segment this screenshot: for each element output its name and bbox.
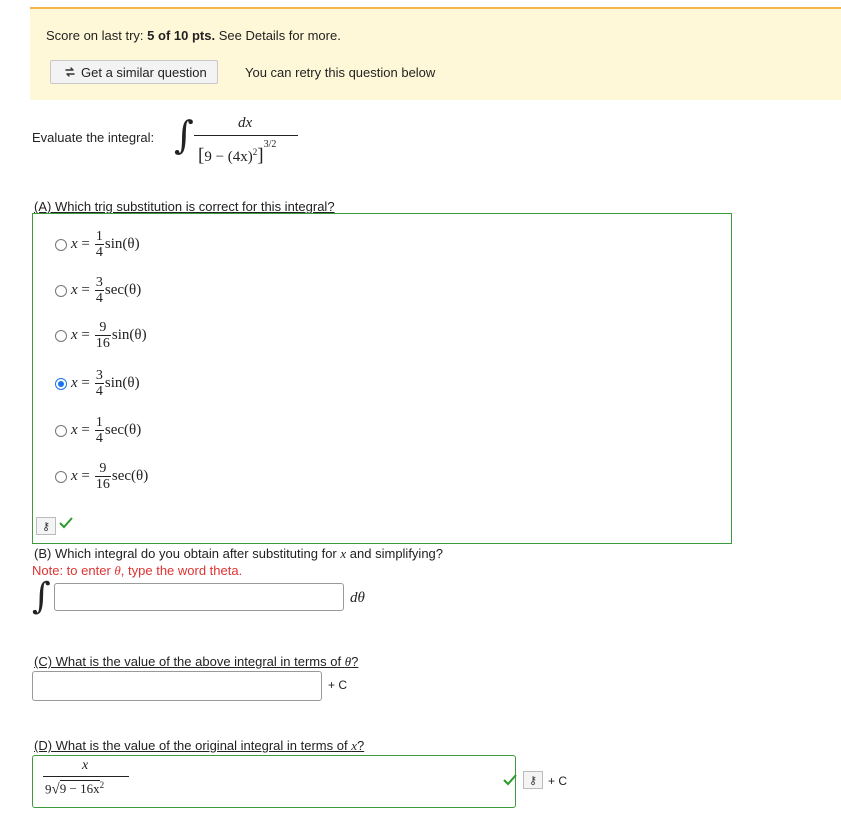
partA-option[interactable]: x = 1 4 sec(θ) <box>55 415 141 446</box>
partC-plus-c: + C <box>328 678 348 692</box>
option-denominator: 4 <box>94 430 104 446</box>
option-expression: x = 1 4 sin(θ) <box>71 229 140 260</box>
partB-note-suffix: , type the word theta. <box>120 563 243 578</box>
partC-question: (C) What is the value of the above integ… <box>34 654 358 670</box>
evaluate-label: Evaluate the integral: <box>32 130 155 145</box>
partD-radicand: 9 − 16x <box>59 780 100 797</box>
partB-question-var: x <box>340 546 347 561</box>
option-numerator: 1 <box>95 229 103 244</box>
radio-button[interactable] <box>55 284 67 297</box>
partD-question-prefix: (D) What is the value of the original in… <box>34 738 348 753</box>
outer-exponent: 3/2 <box>263 139 277 150</box>
partD-answer-denominator: 9√9 − 16x2 <box>45 780 104 798</box>
option-denominator: 4 <box>94 383 104 399</box>
partD-question-suffix: ? <box>357 738 365 753</box>
partA-option[interactable]: x = 9 16 sin(θ) <box>55 320 147 351</box>
x-equals: x = <box>71 375 90 391</box>
retry-note: You can retry this question below <box>245 65 436 80</box>
partD-radicand-exp: 2 <box>99 780 105 790</box>
option-expression: x = 9 16 sec(θ) <box>71 461 148 492</box>
radio-button[interactable] <box>55 470 67 483</box>
score-value: 5 of 10 pts. <box>147 28 216 43</box>
partC-question-prefix: (C) What is the value of the above integ… <box>34 654 342 669</box>
radio-button[interactable] <box>55 377 67 390</box>
fraction-bar <box>194 135 298 136</box>
score-line: Score on last try: 5 of 10 pts. See Deta… <box>46 28 341 43</box>
sqrt-icon: √ <box>51 781 60 798</box>
option-numerator: 3 <box>95 368 103 383</box>
option-expression: x = 1 4 sec(θ) <box>71 415 141 446</box>
partA-option[interactable]: x = 3 4 sin(θ) <box>55 368 140 399</box>
option-denominator: 16 <box>94 476 111 492</box>
score-suffix: See Details for more. <box>218 28 341 43</box>
partD-question: (D) What is the value of the original in… <box>34 738 364 754</box>
partB-dtheta: dθ <box>350 590 365 606</box>
option-function: sin(θ) <box>104 375 140 391</box>
partD-answer-numerator: x <box>82 758 89 773</box>
get-similar-question-label: Get a similar question <box>81 64 207 80</box>
denominator-base: 9 − (4x) <box>204 149 253 165</box>
partA-check-icon <box>59 517 73 529</box>
option-numerator: 1 <box>95 415 103 430</box>
partC-question-suffix: ? <box>351 654 359 669</box>
option-denominator: 16 <box>94 335 111 351</box>
partB-integral-sign: ∫ <box>32 576 51 617</box>
x-equals: x = <box>71 468 90 484</box>
option-function: sin(θ) <box>111 327 147 343</box>
partB-note: Note: to enter θ, type the word theta. <box>32 563 242 579</box>
partA-question: (A) Which trig substitution is correct f… <box>34 199 335 214</box>
partB-answer-input[interactable] <box>54 583 344 611</box>
option-numerator: 9 <box>99 461 107 476</box>
partA-option[interactable]: x = 9 16 sec(θ) <box>55 461 148 492</box>
get-similar-question-button[interactable]: Get a similar question <box>50 60 218 84</box>
partC-answer-input[interactable] <box>32 671 322 701</box>
option-expression: x = 9 16 sin(θ) <box>71 320 147 351</box>
x-equals: x = <box>71 236 90 252</box>
radio-button[interactable] <box>55 238 67 251</box>
option-fraction: 9 16 <box>94 320 111 351</box>
integral-numerator: dx <box>238 115 253 131</box>
partD-answer-field[interactable]: x 9√9 − 16x2 <box>32 755 516 808</box>
option-expression: x = 3 4 sec(θ) <box>71 275 141 306</box>
partA-key-button[interactable]: ⚷ <box>36 517 56 535</box>
integral-denominator: [9 − (4x)2]3/2 <box>198 139 277 166</box>
key-icon: ⚷ <box>523 771 543 789</box>
partD-key-button[interactable]: ⚷ <box>523 771 543 789</box>
radio-button[interactable] <box>55 329 67 342</box>
partA-option[interactable]: x = 1 4 sin(θ) <box>55 229 140 260</box>
option-fraction: 34 <box>94 275 104 306</box>
option-fraction: 34 <box>94 368 104 399</box>
option-fraction: 9 16 <box>94 461 111 492</box>
option-function: sec(θ) <box>111 468 149 484</box>
partD-check-icon <box>503 774 517 786</box>
option-expression: x = 3 4 sin(θ) <box>71 368 140 399</box>
refresh-icon <box>65 67 75 77</box>
score-prefix: Score on last try: <box>46 28 144 43</box>
option-numerator: 9 <box>99 320 107 335</box>
option-denominator: 4 <box>94 290 104 306</box>
radio-button[interactable] <box>55 424 67 437</box>
integral-expression: ∫ dx [9 − (4x)2]3/2 <box>174 113 314 173</box>
option-function: sec(θ) <box>104 282 142 298</box>
partB-question-prefix: (B) Which integral do you obtain after s… <box>34 546 337 561</box>
x-equals: x = <box>71 282 90 298</box>
x-equals: x = <box>71 422 90 438</box>
option-fraction: 14 <box>94 229 104 260</box>
option-fraction: 14 <box>94 415 104 446</box>
partB-question: (B) Which integral do you obtain after s… <box>34 546 443 562</box>
partD-fraction-bar <box>43 776 129 777</box>
integral-sign: ∫ <box>174 113 194 157</box>
option-function: sec(θ) <box>104 422 142 438</box>
partB-question-suffix: and simplifying? <box>349 546 444 561</box>
option-function: sin(θ) <box>104 236 140 252</box>
score-banner: Score on last try: 5 of 10 pts. See Deta… <box>30 7 841 100</box>
option-denominator: 4 <box>94 244 104 260</box>
x-equals: x = <box>71 327 90 343</box>
key-icon: ⚷ <box>36 517 56 535</box>
partA-option[interactable]: x = 3 4 sec(θ) <box>55 275 141 306</box>
option-numerator: 3 <box>95 275 103 290</box>
partD-plus-c: + C <box>548 774 568 788</box>
